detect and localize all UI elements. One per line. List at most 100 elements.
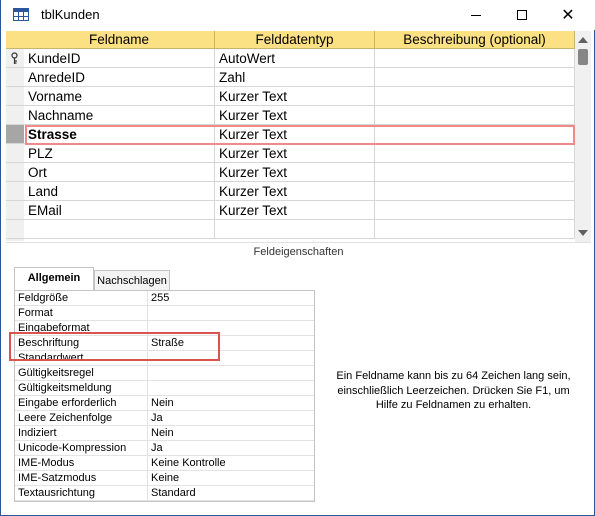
close-button[interactable]: ✕ [545, 0, 591, 30]
property-label: IME-Modus [15, 456, 148, 471]
property-label: Eingabe erforderlich [15, 396, 148, 411]
property-row[interactable]: Beschriftung Straße [15, 336, 314, 351]
description-cell[interactable] [375, 163, 575, 182]
column-header-description[interactable]: Beschreibung (optional) [375, 31, 575, 49]
property-value[interactable]: Straße [148, 336, 314, 351]
table-row[interactable]: EMail Kurzer Text [6, 201, 575, 220]
property-sheet[interactable]: Feldgröße 255 Format Eingabeformat Beschrift… [14, 290, 315, 502]
property-label: Leere Zeichenfolge [15, 411, 148, 426]
property-row[interactable]: Eingabe erforderlich Nein [15, 396, 314, 411]
property-value[interactable]: Nein [148, 396, 314, 411]
property-row[interactable]: IME-Satzmodus Keine [15, 471, 314, 486]
table-row[interactable]: KundeID AutoWert [6, 49, 575, 68]
field-name-cell[interactable]: Ort [24, 163, 215, 182]
property-value[interactable]: Ja [148, 441, 314, 456]
table-row[interactable]: Vorname Kurzer Text [6, 87, 575, 106]
data-type-cell[interactable]: Kurzer Text [215, 182, 375, 201]
property-row[interactable]: Eingabeformat [15, 321, 314, 336]
table-row[interactable]: Land Kurzer Text [6, 182, 575, 201]
pane-divider[interactable] [6, 242, 591, 243]
data-type-cell[interactable]: Kurzer Text [215, 106, 375, 125]
property-value[interactable]: Keine [148, 471, 314, 486]
property-row[interactable]: Unicode-Kompression Ja [15, 441, 314, 456]
property-row[interactable]: Feldgröße 255 [15, 291, 314, 306]
row-selector[interactable] [6, 201, 24, 220]
field-name-cell[interactable]: PLZ [24, 144, 215, 163]
row-selector[interactable] [6, 106, 24, 125]
title-bar[interactable]: tblKunden ✕ [1, 0, 595, 30]
description-cell[interactable] [375, 182, 575, 201]
property-value[interactable]: Nein [148, 426, 314, 441]
property-value[interactable] [148, 321, 314, 336]
table-row-empty[interactable] [6, 220, 575, 239]
column-header-datatype[interactable]: Felddatentyp [215, 31, 375, 49]
property-value[interactable]: 255 [148, 291, 314, 306]
property-row[interactable]: Leere Zeichenfolge Ja [15, 411, 314, 426]
key-icon [11, 52, 18, 64]
minimize-button[interactable] [453, 0, 499, 30]
row-selector[interactable] [6, 68, 24, 87]
field-name-cell[interactable] [24, 220, 215, 239]
field-grid[interactable]: Feldname Felddatentyp Beschreibung (opti… [6, 31, 575, 241]
table-row[interactable]: PLZ Kurzer Text [6, 144, 575, 163]
row-selector[interactable] [6, 144, 24, 163]
row-selector[interactable] [6, 49, 24, 68]
scroll-up-icon[interactable] [578, 37, 588, 43]
description-cell[interactable] [375, 106, 575, 125]
field-name-cell[interactable]: Strasse [24, 125, 215, 144]
tab-lookup[interactable]: Nachschlagen [94, 270, 170, 292]
property-row[interactable]: Gültigkeitsmeldung [15, 381, 314, 396]
table-row[interactable]: Ort Kurzer Text [6, 163, 575, 182]
data-type-cell[interactable]: Zahl [215, 68, 375, 87]
property-value[interactable] [148, 351, 314, 366]
property-value[interactable] [148, 366, 314, 381]
scroll-thumb[interactable] [578, 49, 588, 65]
data-type-cell[interactable]: Kurzer Text [215, 163, 375, 182]
description-cell[interactable] [375, 201, 575, 220]
property-value[interactable]: Ja [148, 411, 314, 426]
field-name-cell[interactable]: Nachname [24, 106, 215, 125]
data-type-cell[interactable]: AutoWert [215, 49, 375, 68]
table-row[interactable]: Strasse Kurzer Text [6, 125, 575, 144]
property-row[interactable]: IME-Modus Keine Kontrolle [15, 456, 314, 471]
property-value[interactable] [148, 306, 314, 321]
field-name-cell[interactable]: Land [24, 182, 215, 201]
property-row[interactable]: Textausrichtung Standard [15, 486, 314, 501]
field-name-cell[interactable]: Vorname [24, 87, 215, 106]
description-cell[interactable] [375, 68, 575, 87]
table-row[interactable]: Nachname Kurzer Text [6, 106, 575, 125]
property-row[interactable]: Format [15, 306, 314, 321]
data-type-cell[interactable]: Kurzer Text [215, 144, 375, 163]
property-row[interactable]: Standardwert [15, 351, 314, 366]
grid-vertical-scrollbar[interactable] [575, 31, 591, 242]
row-selector[interactable] [6, 87, 24, 106]
data-type-cell[interactable]: Kurzer Text [215, 201, 375, 220]
property-label: Unicode-Kompression [15, 441, 148, 456]
property-value[interactable]: Standard [148, 486, 314, 501]
column-header-fieldname[interactable]: Feldname [24, 31, 215, 49]
row-selector[interactable] [6, 163, 24, 182]
description-cell[interactable] [375, 87, 575, 106]
description-cell[interactable] [375, 220, 575, 239]
field-name-cell[interactable]: KundeID [24, 49, 215, 68]
data-type-cell[interactable] [215, 220, 375, 239]
field-name-cell[interactable]: AnredeID [24, 68, 215, 87]
data-type-cell[interactable]: Kurzer Text [215, 125, 375, 144]
row-selector[interactable] [6, 125, 24, 144]
data-type-cell[interactable]: Kurzer Text [215, 87, 375, 106]
description-cell[interactable] [375, 49, 575, 68]
property-value[interactable] [148, 381, 314, 396]
property-row[interactable]: Indiziert Nein [15, 426, 314, 441]
description-cell[interactable] [375, 144, 575, 163]
maximize-button[interactable] [499, 0, 545, 30]
property-row[interactable]: Gültigkeitsregel [15, 366, 314, 381]
grid-corner [6, 31, 24, 49]
field-name-cell[interactable]: EMail [24, 201, 215, 220]
scroll-down-icon[interactable] [578, 230, 588, 236]
row-selector[interactable] [6, 220, 24, 239]
tab-general[interactable]: Allgemein [14, 267, 94, 291]
row-selector[interactable] [6, 182, 24, 201]
property-value[interactable]: Keine Kontrolle [148, 456, 314, 471]
table-row[interactable]: AnredeID Zahl [6, 68, 575, 87]
description-cell[interactable] [375, 125, 575, 144]
